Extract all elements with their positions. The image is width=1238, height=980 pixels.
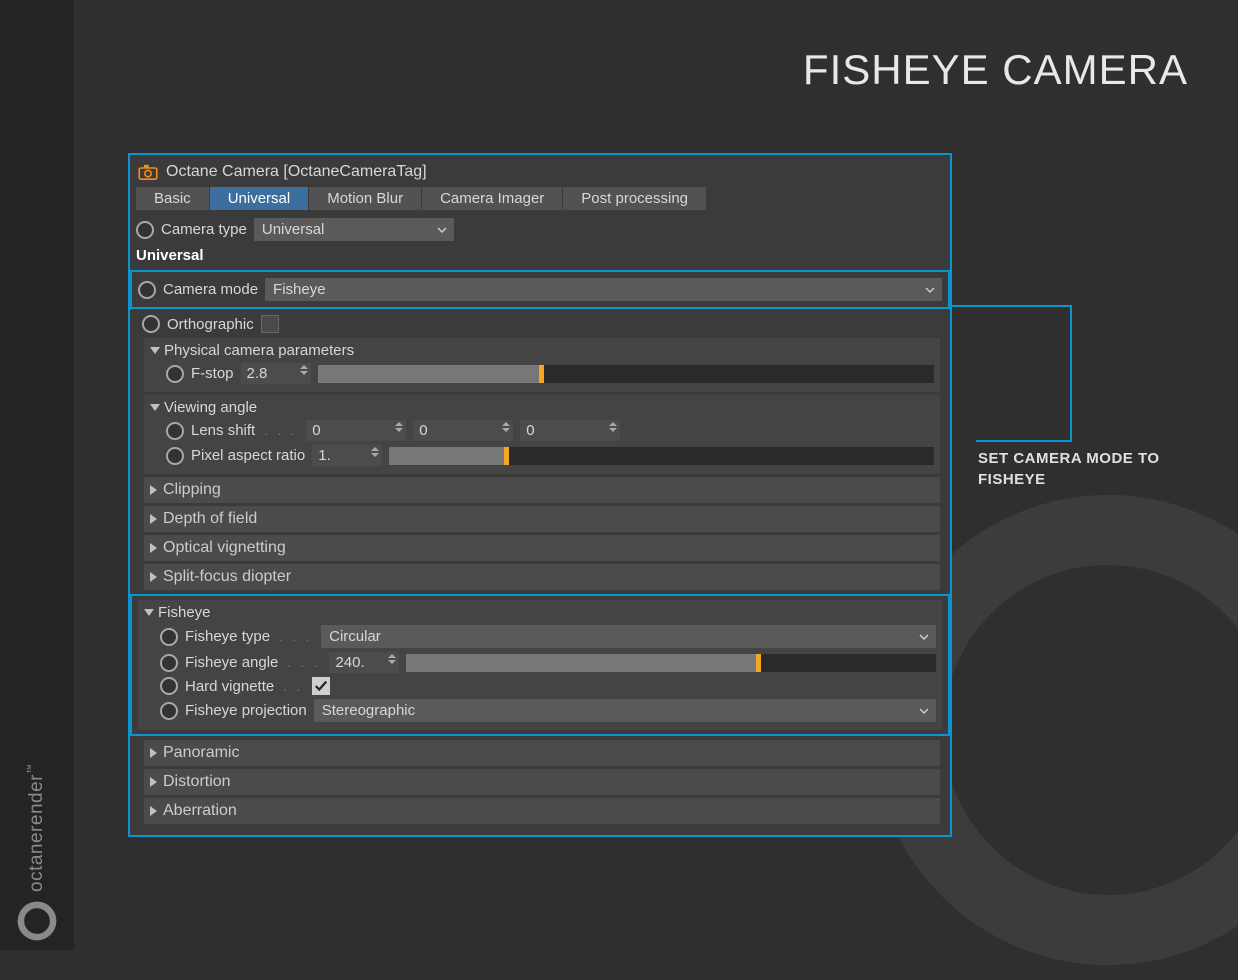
tab-camera-imager[interactable]: Camera Imager — [422, 187, 562, 210]
callout-line — [952, 305, 1072, 307]
anim-toggle-icon[interactable] — [142, 315, 160, 333]
disclosure-right-icon — [150, 748, 157, 758]
anim-toggle-icon[interactable] — [138, 281, 156, 299]
section-universal: Universal — [136, 243, 944, 266]
fstop-input[interactable]: 2.8 — [241, 363, 311, 384]
anim-toggle-icon[interactable] — [136, 221, 154, 239]
check-icon — [314, 679, 328, 693]
hard-vignette-label: Hard vignette — [185, 678, 274, 695]
anim-toggle-icon[interactable] — [166, 365, 184, 383]
fisheye-type-select[interactable]: Circular — [321, 625, 936, 648]
depth-of-field-group[interactable]: Depth of field — [144, 506, 940, 532]
fisheye-group: Fisheye Fisheye type . . . Circular Fish… — [138, 600, 942, 730]
callout-line — [1070, 305, 1072, 440]
fisheye-projection-label: Fisheye projection — [185, 702, 307, 719]
camera-icon — [138, 164, 158, 180]
chevron-down-icon — [924, 284, 936, 296]
anim-toggle-icon[interactable] — [166, 422, 184, 440]
camera-mode-highlight: Camera mode Fisheye — [130, 270, 950, 309]
viewing-header[interactable]: Viewing angle — [150, 397, 934, 418]
fisheye-type-label: Fisheye type — [185, 628, 270, 645]
fisheye-projection-select[interactable]: Stereographic — [314, 699, 936, 722]
disclosure-right-icon — [150, 777, 157, 787]
anim-toggle-icon[interactable] — [160, 677, 178, 695]
pixel-aspect-input[interactable]: 1. — [312, 445, 382, 466]
fstop-slider[interactable] — [318, 365, 934, 383]
viewing-group: Viewing angle Lens shift . . . 0 0 0 Pix… — [144, 395, 940, 474]
camera-type-row: Camera type Universal — [136, 216, 944, 243]
disclosure-down-icon — [150, 347, 160, 354]
lens-shift-y[interactable]: 0 — [413, 420, 513, 441]
panoramic-group[interactable]: Panoramic — [144, 740, 940, 766]
camera-mode-select[interactable]: Fisheye — [265, 278, 942, 301]
brand-text: octanerender™ — [26, 764, 48, 892]
optical-vignetting-group[interactable]: Optical vignetting — [144, 535, 940, 561]
orthographic-checkbox[interactable] — [261, 315, 279, 333]
camera-panel: Octane Camera [OctaneCameraTag] Basic Un… — [128, 153, 952, 837]
fisheye-projection-row: Fisheye projection Stereographic — [160, 697, 936, 724]
brand-logo-icon — [14, 898, 60, 944]
orthographic-row: Orthographic — [136, 313, 944, 335]
left-sidebar: octanerender™ — [0, 0, 74, 950]
callout-line — [976, 440, 1072, 442]
physical-header[interactable]: Physical camera parameters — [150, 340, 934, 361]
disclosure-down-icon — [144, 609, 154, 616]
disclosure-right-icon — [150, 514, 157, 524]
chevron-down-icon — [918, 631, 930, 643]
camera-type-select[interactable]: Universal — [254, 218, 454, 241]
anim-toggle-icon[interactable] — [160, 702, 178, 720]
panel-title: Octane Camera [OctaneCameraTag] — [166, 163, 427, 181]
fisheye-angle-row: Fisheye angle . . . 240. — [160, 650, 936, 675]
hard-vignette-checkbox[interactable] — [312, 677, 330, 695]
distortion-group[interactable]: Distortion — [144, 769, 940, 795]
tab-bar: Basic Universal Motion Blur Camera Image… — [136, 187, 944, 210]
lens-shift-row: Lens shift . . . 0 0 0 — [166, 418, 934, 443]
tab-basic[interactable]: Basic — [136, 187, 209, 210]
camera-mode-label: Camera mode — [163, 281, 258, 298]
clipping-group[interactable]: Clipping — [144, 477, 940, 503]
split-focus-diopter-group[interactable]: Split-focus diopter — [144, 564, 940, 590]
panel-header: Octane Camera [OctaneCameraTag] — [136, 161, 944, 187]
page-title: FISHEYE CAMERA — [803, 46, 1188, 94]
disclosure-right-icon — [150, 572, 157, 582]
disclosure-right-icon — [150, 543, 157, 553]
callout-text: SET CAMERA MODE TO FISHEYE — [978, 448, 1178, 490]
tab-motion-blur[interactable]: Motion Blur — [309, 187, 421, 210]
spacer-dots: . . . — [285, 655, 322, 670]
fisheye-highlight: Fisheye Fisheye type . . . Circular Fish… — [130, 594, 950, 736]
fisheye-angle-input[interactable]: 240. — [329, 652, 399, 673]
disclosure-down-icon — [150, 404, 160, 411]
spacer-dots: . . — [281, 679, 305, 694]
physical-group: Physical camera parameters F-stop 2.8 — [144, 338, 940, 392]
aberration-group[interactable]: Aberration — [144, 798, 940, 824]
tab-universal[interactable]: Universal — [210, 187, 309, 210]
pixel-aspect-label: Pixel aspect ratio — [191, 447, 305, 464]
spacer-dots: . . . — [277, 629, 314, 644]
orthographic-label: Orthographic — [167, 316, 254, 333]
disclosure-right-icon — [150, 806, 157, 816]
lens-shift-x[interactable]: 0 — [306, 420, 406, 441]
anim-toggle-icon[interactable] — [160, 654, 178, 672]
tab-post-processing[interactable]: Post processing — [563, 187, 706, 210]
chevron-down-icon — [436, 224, 448, 236]
pixel-aspect-slider[interactable] — [389, 447, 934, 465]
lens-shift-z[interactable]: 0 — [520, 420, 620, 441]
fisheye-header[interactable]: Fisheye — [144, 602, 936, 623]
fisheye-type-row: Fisheye type . . . Circular — [160, 623, 936, 650]
anim-toggle-icon[interactable] — [166, 447, 184, 465]
lens-shift-label: Lens shift — [191, 422, 255, 439]
anim-toggle-icon[interactable] — [160, 628, 178, 646]
fisheye-angle-slider[interactable] — [406, 654, 936, 672]
chevron-down-icon — [918, 705, 930, 717]
spacer-dots: . . . — [262, 423, 299, 438]
hard-vignette-row: Hard vignette . . — [160, 675, 936, 697]
camera-type-label: Camera type — [161, 221, 247, 238]
fisheye-angle-label: Fisheye angle — [185, 654, 278, 671]
fstop-row: F-stop 2.8 — [166, 361, 934, 386]
disclosure-right-icon — [150, 485, 157, 495]
fstop-label: F-stop — [191, 365, 234, 382]
pixel-aspect-row: Pixel aspect ratio 1. — [166, 443, 934, 468]
